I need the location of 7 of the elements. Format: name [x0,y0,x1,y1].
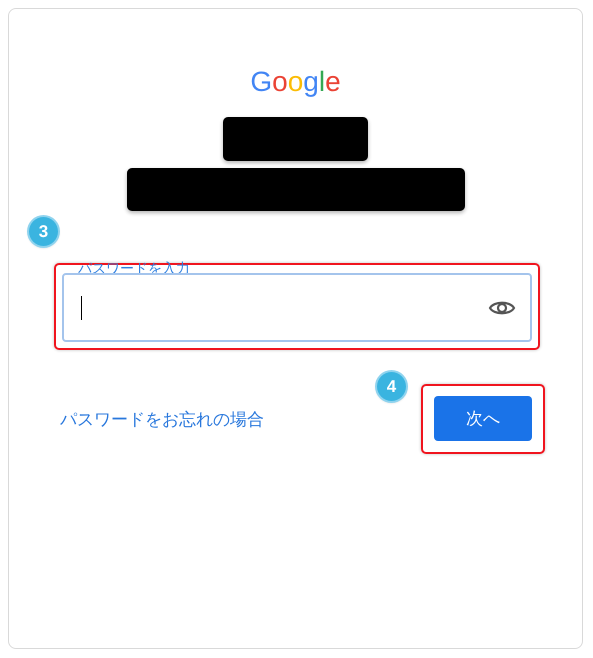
step-badge: 4 [377,372,406,401]
password-field[interactable] [62,273,532,342]
next-button[interactable]: 次へ [434,396,532,441]
forgot-password-link[interactable]: パスワードをお忘れの場合 [60,408,264,430]
text-cursor [81,296,82,320]
step-badge: 3 [29,217,58,246]
google-logo: Google [249,65,342,99]
